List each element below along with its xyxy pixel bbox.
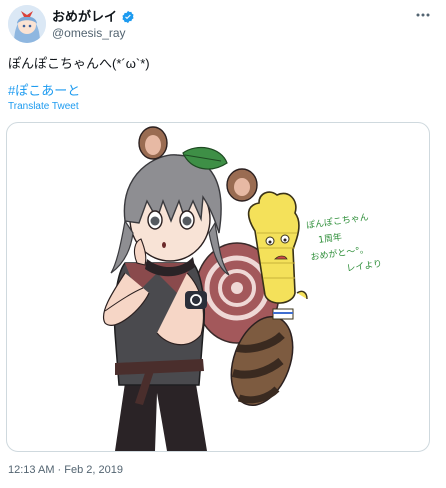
tweet: おめがレイ @omesis_ray ぽんぽこちゃんへ(*´ω`*) #ぽこあーと… xyxy=(0,0,446,488)
note-line-1: ぽんぽこちゃん xyxy=(305,212,369,232)
verified-icon xyxy=(122,10,134,24)
display-name[interactable]: おめがレイ xyxy=(52,9,117,25)
more-options-icon[interactable] xyxy=(414,10,432,20)
avatar-illustration xyxy=(8,5,46,43)
hashtag-link[interactable]: #ぽこあーと xyxy=(8,82,80,99)
tweet-text: ぽんぽこちゃんへ(*´ω`*) xyxy=(8,56,150,71)
handwritten-note: ぽんぽこちゃん 1周年 おめがと～°。 レイより xyxy=(305,212,383,274)
note-line-3: おめがと～°。 xyxy=(310,243,370,263)
avatar[interactable] xyxy=(8,5,46,43)
note-line-2: 1周年 xyxy=(317,231,342,246)
tweet-media-image[interactable]: ぽんぽこちゃん 1周年 おめがと～°。 レイより xyxy=(6,122,430,452)
note-line-4: レイより xyxy=(346,258,383,274)
display-name-row[interactable]: おめがレイ xyxy=(52,9,135,25)
timestamp-link[interactable]: 12:13 AM · Feb 2, 2019 xyxy=(8,463,123,477)
illustration: ぽんぽこちゃん 1周年 おめがと～°。 レイより xyxy=(103,126,383,451)
handle[interactable]: @omesis_ray xyxy=(52,26,126,41)
translate-tweet-link[interactable]: Translate Tweet xyxy=(8,100,79,113)
